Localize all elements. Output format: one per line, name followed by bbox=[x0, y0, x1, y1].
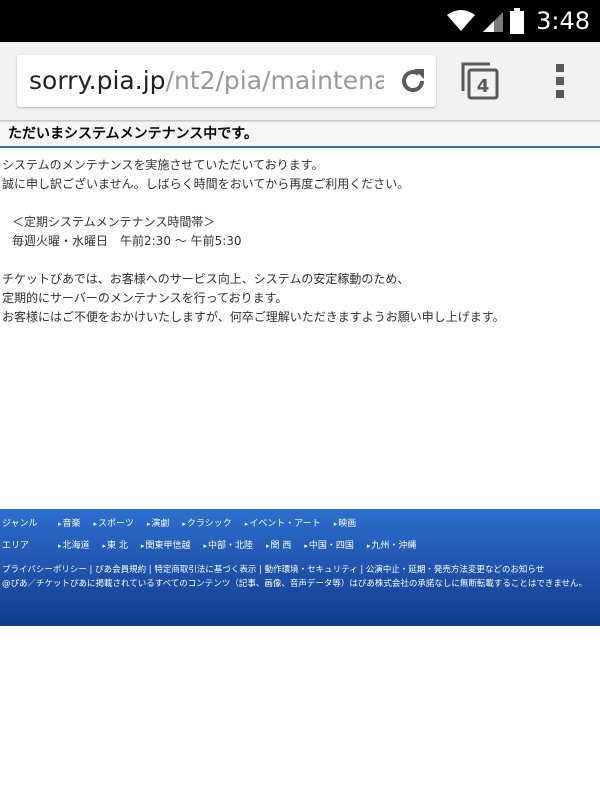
notice-block: チケットぴあでは、お客様へのサービス向上、システムの安定稼動のため、 定期的にサ… bbox=[0, 270, 600, 327]
status-clock: 3:48 bbox=[536, 7, 590, 35]
genre-link-music[interactable]: 音楽 bbox=[58, 517, 81, 531]
area-link-hokkaido[interactable]: 北海道 bbox=[58, 539, 90, 553]
cell-signal-icon bbox=[482, 9, 504, 33]
page-content: ただいまシステムメンテナンス中です。 システムのメンテナンスを実施させていただい… bbox=[0, 121, 600, 327]
schedule-time: 毎週火曜・水曜日 午前2:30 ～ 午前5:30 bbox=[12, 234, 242, 248]
schedule-block: ＜定期システムメンテナンス時間帯＞ 毎週火曜・水曜日 午前2:30 ～ 午前5:… bbox=[0, 213, 600, 251]
notice-line: お客様にはご不便をおかけいたしますが、何卒ご理解いただきますようお願い申し上げま… bbox=[2, 310, 505, 324]
notice-line: 定期的にサーバーのメンテナンスを行っております。 bbox=[2, 291, 288, 305]
apology-line: 誠に申し訳ございません。しばらく時間をおいてから再度ご利用ください。 bbox=[2, 177, 410, 191]
reload-icon[interactable] bbox=[398, 66, 428, 96]
genre-link-event-art[interactable]: イベント・アート bbox=[245, 517, 320, 531]
wifi-icon bbox=[446, 9, 476, 33]
address-bar[interactable]: sorry.pia.jp/nt2/pia/maintenanc bbox=[17, 55, 436, 107]
area-link-chugoku[interactable]: 中国・四国 bbox=[304, 539, 354, 553]
battery-icon bbox=[510, 8, 525, 34]
schedule-title: ＜定期システムメンテナンス時間帯＞ bbox=[12, 215, 216, 229]
genre-link-classic[interactable]: クラシック bbox=[182, 517, 232, 531]
browser-toolbar: sorry.pia.jp/nt2/pia/maintenanc 4 bbox=[0, 42, 600, 121]
area-nav: エリア 北海道 東 北 関東甲信越 中部・北陸 関 西 中国・四国 九州・沖縄 bbox=[2, 539, 429, 553]
area-link-kansai[interactable]: 関 西 bbox=[266, 539, 292, 553]
genre-label: ジャンル bbox=[2, 519, 38, 529]
genre-link-theater[interactable]: 演劇 bbox=[147, 517, 169, 531]
overflow-menu-icon[interactable] bbox=[552, 62, 568, 100]
url-path: /nt2/pia/maintenanc bbox=[165, 66, 384, 95]
url-text[interactable]: sorry.pia.jp/nt2/pia/maintenanc bbox=[29, 55, 384, 107]
genre-nav: ジャンル 音楽 スポーツ 演劇 クラシック イベント・アート 映画 bbox=[2, 517, 369, 531]
genre-link-movie[interactable]: 映画 bbox=[334, 517, 356, 531]
area-link-kyushu[interactable]: 九州・沖縄 bbox=[367, 539, 416, 553]
area-label: エリア bbox=[2, 541, 30, 551]
footer-policy-links[interactable]: プライバシーポリシー | ぴあ会員規約 | 特定商取引法に基づく表示 | 動作環… bbox=[2, 563, 600, 577]
status-bar: 3:48 bbox=[0, 0, 600, 42]
genre-link-sports[interactable]: スポーツ bbox=[94, 517, 134, 531]
notice-line: チケットぴあでは、お客様へのサービス向上、システムの安定稼動のため、 bbox=[2, 272, 410, 286]
area-link-tohoku[interactable]: 東 北 bbox=[103, 539, 128, 553]
footer-copyright: @ぴあ／チケットぴあに掲載されているすべてのコンテンツ（記事、画像、音声データ等… bbox=[2, 579, 588, 589]
tabs-button[interactable]: 4 bbox=[460, 61, 500, 101]
url-host: sorry.pia.jp bbox=[29, 66, 166, 95]
area-link-chubu[interactable]: 中部・北陸 bbox=[203, 539, 253, 553]
apology-block: システムのメンテナンスを実施させていただいております。 誠に申し訳ございません。… bbox=[0, 156, 600, 194]
tab-count: 4 bbox=[477, 76, 490, 97]
status-icons: 3:48 bbox=[446, 0, 590, 42]
area-link-kanto[interactable]: 関東甲信越 bbox=[141, 539, 190, 553]
page-title: ただいまシステムメンテナンス中です。 bbox=[0, 121, 600, 148]
apology-line: システムのメンテナンスを実施させていただいております。 bbox=[2, 158, 324, 172]
tabs-icon: 4 bbox=[461, 62, 499, 100]
site-footer: ジャンル 音楽 スポーツ 演劇 クラシック イベント・アート 映画 エリア 北海… bbox=[0, 509, 600, 626]
